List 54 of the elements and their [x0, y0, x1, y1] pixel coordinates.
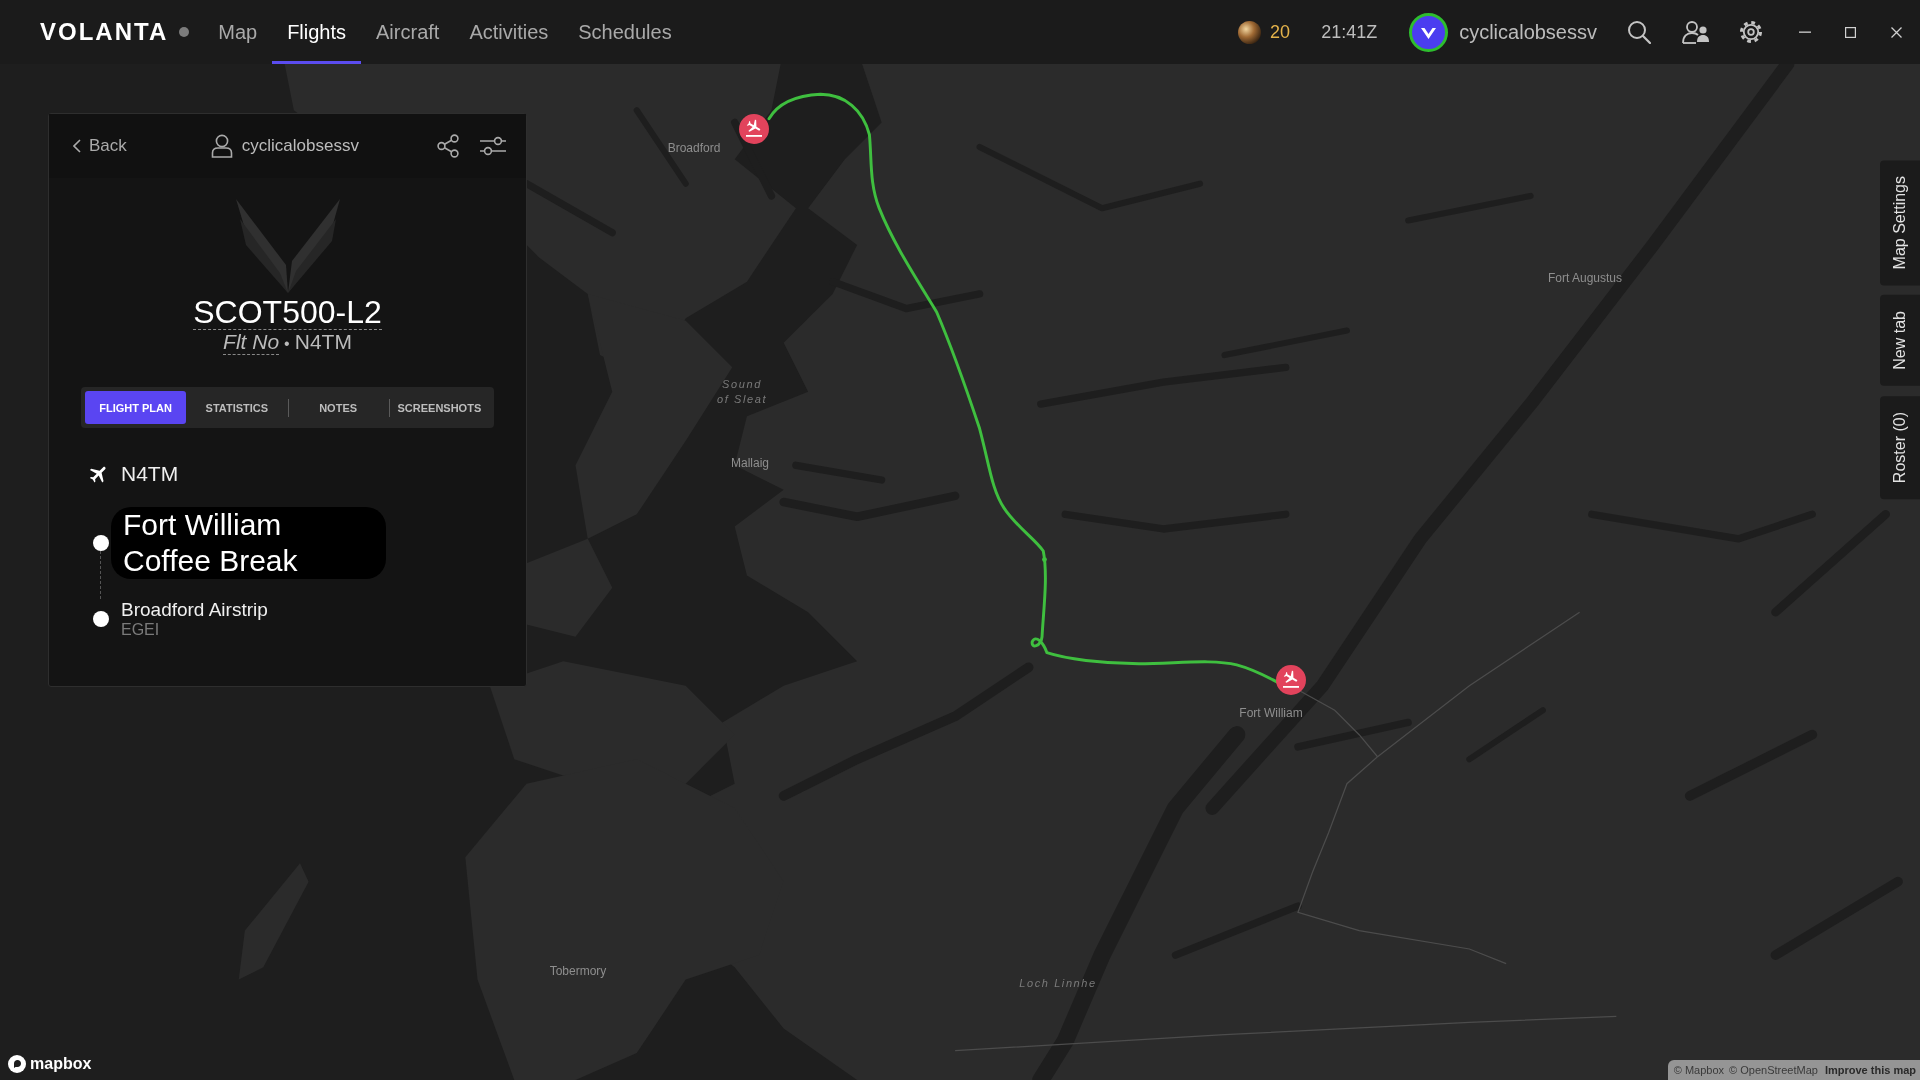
attribution-link[interactable]: © OpenStreetMap — [1729, 1064, 1818, 1076]
place-label: Fort Augustus — [1548, 271, 1622, 285]
timeline-connector — [100, 551, 101, 599]
nav-tab[interactable]: Aircraft — [361, 0, 455, 64]
app-logo: VOLANTA — [40, 18, 169, 46]
improve-map-link[interactable]: Improve this map — [1824, 1064, 1916, 1076]
airport-name: Broadford Airstrip — [121, 599, 268, 621]
waypoint-dot-icon — [93, 535, 109, 551]
waypoint-label: Fort William Coffee Break — [111, 507, 386, 579]
share-icon[interactable] — [437, 134, 459, 158]
pilot-name: cyclicalobsessv — [241, 136, 359, 156]
search-icon[interactable] — [1627, 20, 1651, 44]
water-label: Sound of Sleat — [715, 377, 769, 407]
registration-text: N4TM — [294, 330, 352, 354]
v-logo-icon — [235, 199, 340, 293]
users-icon[interactable] — [1682, 20, 1710, 44]
avatar-icon — [1409, 12, 1449, 52]
utc-time: 21:41Z — [1321, 21, 1378, 43]
airport-marker-icon[interactable] — [1276, 665, 1306, 695]
water-label: Loch Linnhe — [1019, 975, 1097, 991]
user-icon — [210, 134, 233, 158]
back-button[interactable]: Back — [73, 136, 127, 156]
close-icon[interactable] — [1891, 26, 1902, 38]
logo-icon — [8, 1055, 26, 1073]
panel-tab[interactable]: FLIGHT PLAN — [85, 391, 187, 424]
maximize-icon[interactable] — [1845, 26, 1856, 38]
airport-code: EGEI — [121, 621, 161, 639]
bullet-separator: • — [284, 334, 290, 354]
side-tab[interactable]: Roster (0) — [1880, 396, 1920, 500]
sliders-icon[interactable] — [480, 136, 506, 156]
attribution-link[interactable]: © Mapbox — [1673, 1064, 1725, 1076]
settings-icon[interactable] — [1739, 20, 1763, 44]
nav-tab[interactable]: Schedules — [563, 0, 687, 64]
coin-icon — [1238, 20, 1262, 44]
nav-tab[interactable]: Activities — [454, 0, 564, 64]
aircraft-registration: N4TM — [121, 462, 179, 486]
airport-marker-icon[interactable] — [739, 114, 769, 144]
place-label: Tobermory — [549, 964, 607, 978]
panel-tab[interactable]: STATISTICS — [186, 391, 288, 424]
flight-number-label: Flt No — [223, 330, 280, 355]
nav-tab[interactable]: Map — [203, 0, 273, 64]
coin-count: 20 — [1270, 21, 1291, 43]
profile-button[interactable]: cyclicalobsessv — [1409, 12, 1597, 52]
logo-text: mapbox — [30, 1055, 92, 1073]
side-tab[interactable]: Map Settings — [1880, 160, 1920, 286]
waypoint-dot-icon — [93, 611, 109, 627]
chevron-left-icon — [73, 139, 81, 153]
place-label: Mallaig — [731, 456, 769, 470]
callsign-title: SCOT500-L2 — [193, 295, 382, 330]
place-label: Fort William — [1239, 706, 1303, 720]
side-tab[interactable]: New tab — [1880, 295, 1920, 387]
place-label: Broadford — [667, 141, 721, 155]
status-dot-icon — [179, 27, 190, 37]
nav-tab[interactable]: Flights — [272, 0, 362, 64]
